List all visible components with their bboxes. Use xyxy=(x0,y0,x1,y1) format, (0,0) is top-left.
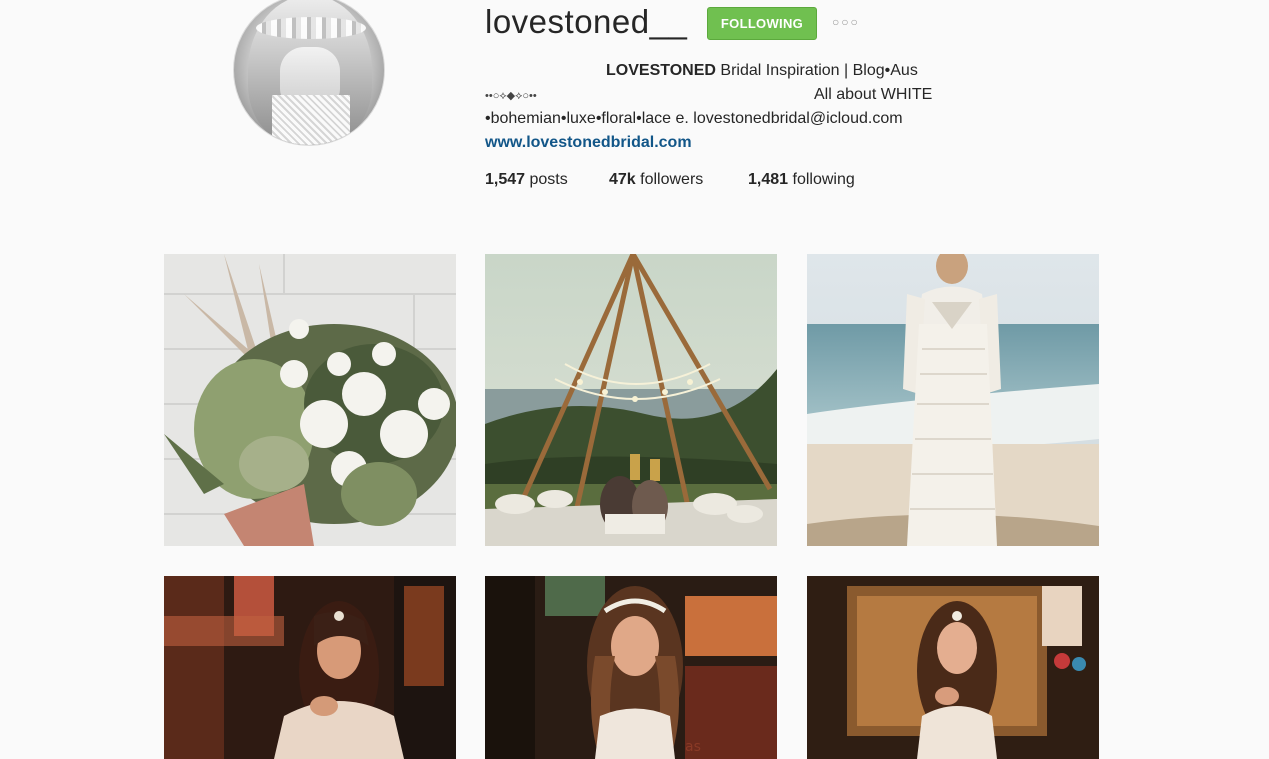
bio-ornament: ••○⟡◆⟡○•• xyxy=(485,90,537,102)
bio-line-2: All about WHITE xyxy=(814,86,933,103)
profile-username: lovestoned__ xyxy=(485,3,688,40)
post-thumbnail-bride-bar-3[interactable] xyxy=(807,576,1099,759)
followers-label: followers xyxy=(635,171,704,188)
avatar-flower-crown xyxy=(256,17,366,39)
bio-line-1: LOVESTONED Bridal Inspiration | Blog•Aus xyxy=(606,60,918,82)
following-count: 1,481 xyxy=(748,171,789,188)
bio-name: LOVESTONED xyxy=(606,62,716,79)
following-label: following xyxy=(788,171,855,188)
posts-stat: 1,547 posts xyxy=(485,169,568,191)
website-link[interactable]: www.lovestonedbridal.com xyxy=(485,132,692,154)
following-button[interactable]: FOLLOWING xyxy=(707,7,817,40)
bio-line-1-text: Bridal Inspiration | Blog•Aus xyxy=(715,62,918,79)
post-thumbnail-beach-dress[interactable] xyxy=(807,254,1099,546)
profile-avatar[interactable] xyxy=(233,0,385,146)
avatar-lace-sleeves xyxy=(272,95,350,145)
posts-label: posts xyxy=(525,171,568,188)
posts-count: 1,547 xyxy=(485,171,526,188)
post-thumbnail-bride-bar-2[interactable]: as xyxy=(485,576,777,759)
post-thumbnail-bride-bar-1[interactable] xyxy=(164,576,456,759)
following-stat[interactable]: 1,481 following xyxy=(748,169,855,191)
bio-line-3: •bohemian•luxe•floral•lace e. lovestoned… xyxy=(485,110,903,127)
followers-stat[interactable]: 47k followers xyxy=(609,169,703,191)
post-thumbnail-teepee[interactable] xyxy=(485,254,777,546)
svg-text:as: as xyxy=(685,739,701,755)
ellipsis-icon[interactable]: ○○○ xyxy=(832,10,860,34)
post-thumbnail-bouquet[interactable] xyxy=(164,254,456,546)
followers-count: 47k xyxy=(609,171,636,188)
